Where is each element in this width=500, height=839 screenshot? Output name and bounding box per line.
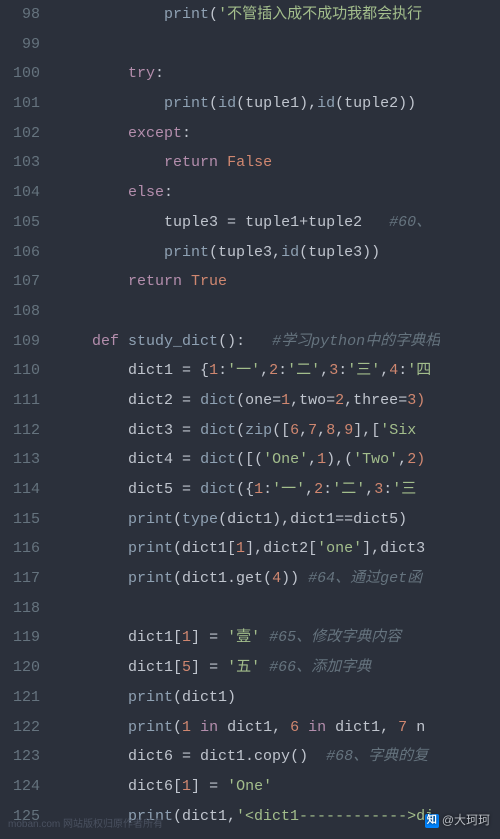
line-number: 117: [8, 564, 40, 594]
code-line[interactable]: [56, 30, 440, 60]
line-number: 123: [8, 742, 40, 772]
code-line[interactable]: [56, 594, 440, 624]
code-line[interactable]: dict3 = dict(zip([6,7,8,9],['Six: [56, 416, 440, 446]
line-number: 124: [8, 772, 40, 802]
line-number: 100: [8, 59, 40, 89]
code-editor[interactable]: 9899100101102103104105106107108109110111…: [0, 0, 500, 839]
code-line[interactable]: return False: [56, 148, 440, 178]
code-line[interactable]: dict1[5] = '五' #66、添加字典: [56, 653, 440, 683]
code-line[interactable]: dict1[1] = '壹' #65、修改字典内容: [56, 623, 440, 653]
code-line[interactable]: print(type(dict1),dict1==dict5): [56, 505, 440, 535]
line-number: 122: [8, 713, 40, 743]
code-line[interactable]: dict6 = dict1.copy() #68、字典的复: [56, 742, 440, 772]
line-number: 99: [8, 30, 40, 60]
watermark-author: @大珂珂: [442, 813, 490, 827]
line-number: 116: [8, 534, 40, 564]
line-number: 118: [8, 594, 40, 624]
code-line[interactable]: dict6[1] = 'One': [56, 772, 440, 802]
code-area[interactable]: print('不管插入成不成功我都会执行 try: print(id(tuple…: [50, 0, 440, 839]
code-line[interactable]: except:: [56, 119, 440, 149]
code-line[interactable]: dict2 = dict(one=1,two=2,three=3): [56, 386, 440, 416]
code-line[interactable]: print('不管插入成不成功我都会执行: [56, 0, 440, 30]
line-number: 103: [8, 148, 40, 178]
line-number: 108: [8, 297, 40, 327]
line-number: 114: [8, 475, 40, 505]
line-number: 107: [8, 267, 40, 297]
code-line[interactable]: print(dict1): [56, 683, 440, 713]
line-number: 111: [8, 386, 40, 416]
code-line[interactable]: def study_dict(): #学习python中的字典相: [56, 327, 440, 357]
line-number: 119: [8, 623, 40, 653]
line-number: 112: [8, 416, 40, 446]
line-number: 110: [8, 356, 40, 386]
line-number: 121: [8, 683, 40, 713]
code-line[interactable]: return True: [56, 267, 440, 297]
code-line[interactable]: print(dict1.get(4)) #64、通过get函: [56, 564, 440, 594]
line-number: 109: [8, 327, 40, 357]
zhihu-watermark: 知@大珂珂: [425, 809, 490, 833]
code-line[interactable]: else:: [56, 178, 440, 208]
line-number: 120: [8, 653, 40, 683]
code-line[interactable]: dict4 = dict([('One',1),('Two',2): [56, 445, 440, 475]
line-number: 98: [8, 0, 40, 30]
line-number: 115: [8, 505, 40, 535]
line-number: 101: [8, 89, 40, 119]
code-line[interactable]: print(1 in dict1, 6 in dict1, 7 n: [56, 713, 440, 743]
line-number-gutter: 9899100101102103104105106107108109110111…: [0, 0, 50, 839]
footer-copyright: moban.com 网站版权归原作者所有: [8, 815, 163, 835]
code-line[interactable]: print(id(tuple1),id(tuple2)): [56, 89, 440, 119]
line-number: 113: [8, 445, 40, 475]
code-line[interactable]: dict1 = {1:'一',2:'二',3:'三',4:'四: [56, 356, 440, 386]
code-line[interactable]: print(tuple3,id(tuple3)): [56, 238, 440, 268]
line-number: 102: [8, 119, 40, 149]
code-line[interactable]: dict5 = dict({1:'一',2:'二',3:'三: [56, 475, 440, 505]
code-line[interactable]: try:: [56, 59, 440, 89]
line-number: 104: [8, 178, 40, 208]
code-line[interactable]: tuple3 = tuple1+tuple2 #60、: [56, 208, 440, 238]
line-number: 105: [8, 208, 40, 238]
line-number: 106: [8, 238, 40, 268]
code-line[interactable]: [56, 297, 440, 327]
zhihu-logo-icon: 知: [425, 814, 439, 828]
code-line[interactable]: print(dict1[1],dict2['one'],dict3: [56, 534, 440, 564]
